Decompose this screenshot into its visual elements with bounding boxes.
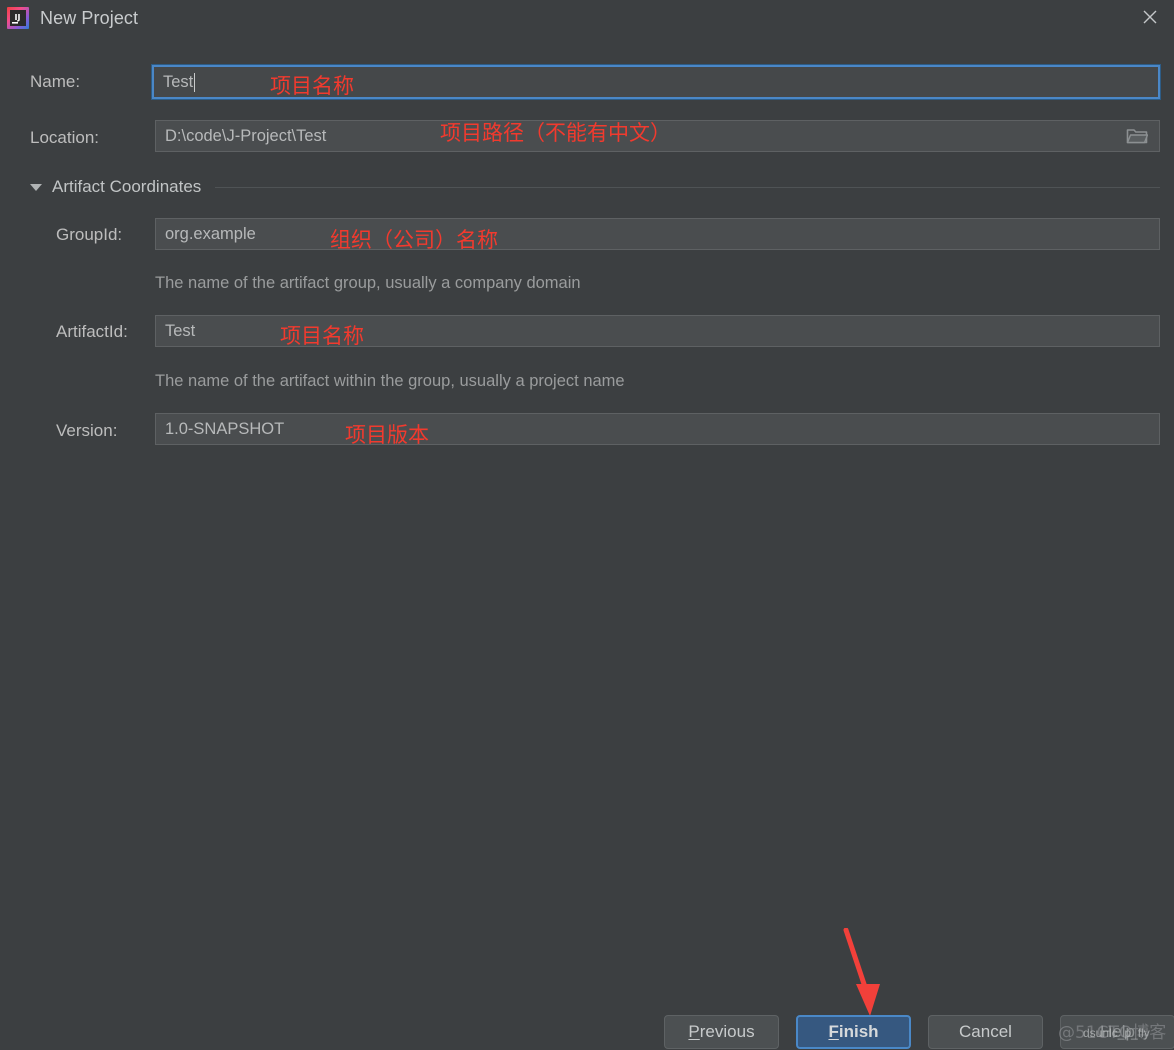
artifactid-label: ArtifactId: (56, 322, 128, 341)
cancel-button-label: Cancel (959, 1022, 1012, 1041)
intellij-idea-icon: IJ (6, 6, 30, 30)
close-icon[interactable] (1128, 0, 1172, 34)
window-title: New Project (40, 8, 139, 28)
finish-button[interactable]: Finish (796, 1015, 911, 1049)
cancel-button[interactable]: Cancel (928, 1015, 1043, 1049)
artifact-coordinates-section-header[interactable]: Artifact Coordinates (30, 175, 1160, 199)
location-label: Location: (30, 128, 99, 147)
groupid-input-value: org.example (165, 224, 256, 243)
artifactid-hint: The name of the artifact within the grou… (155, 372, 625, 390)
artifactid-input[interactable]: Test (155, 315, 1160, 347)
name-input[interactable]: Test (151, 64, 1161, 100)
previous-button[interactable]: Previous (664, 1015, 779, 1049)
finish-button-label: Finish (828, 1022, 879, 1041)
text-caret (194, 72, 196, 92)
title-bar: IJ New Project (0, 0, 1174, 38)
help-button[interactable]: Help (1060, 1015, 1174, 1049)
previous-button-label: Previous (688, 1022, 755, 1041)
groupid-input[interactable]: org.example (155, 218, 1160, 250)
groupid-hint: The name of the artifact group, usually … (155, 274, 581, 292)
svg-text:IJ: IJ (15, 13, 21, 22)
location-input[interactable]: D:\code\J-Project\Test (155, 120, 1160, 152)
section-title: Artifact Coordinates (52, 177, 202, 196)
groupid-label: GroupId: (56, 225, 123, 244)
artifactid-input-value: Test (165, 321, 196, 340)
version-input[interactable]: 1.0-SNAPSHOT (155, 413, 1160, 445)
location-input-value: D:\code\J-Project\Test (165, 126, 327, 145)
version-input-value: 1.0-SNAPSHOT (165, 419, 285, 438)
red-arrow-icon (840, 927, 890, 1023)
chevron-down-icon[interactable] (30, 183, 42, 191)
name-input-value: Test (163, 72, 194, 91)
section-divider (215, 186, 1160, 188)
version-label: Version: (56, 421, 118, 440)
name-label: Name: (30, 72, 81, 91)
folder-icon[interactable] (1122, 121, 1152, 151)
help-button-label: Help (1100, 1022, 1135, 1041)
